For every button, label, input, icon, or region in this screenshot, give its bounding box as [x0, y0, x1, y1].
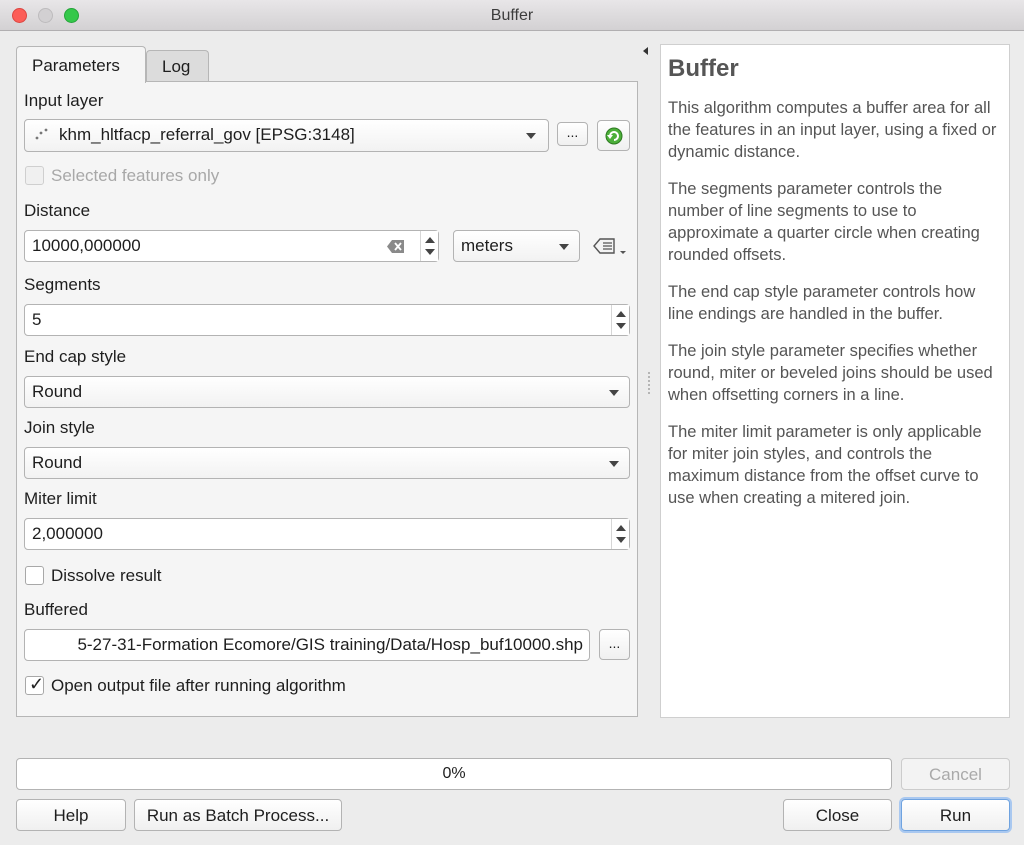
- window-title: Buffer: [490, 7, 534, 24]
- input-layer-value: khm_hltfacp_referral_gov [EPSG:3148]: [59, 125, 355, 144]
- segments-stepper[interactable]: [611, 305, 629, 335]
- miter-limit-value: 2,000000: [32, 524, 103, 543]
- chevron-down-icon: [609, 390, 619, 396]
- selected-features-checkbox[interactable]: [25, 166, 44, 185]
- help-paragraph: The segments parameter controls the numb…: [668, 180, 980, 264]
- buffered-output-value: 5-27-31-Formation Ecomore/GIS training/D…: [77, 635, 583, 654]
- clear-icon[interactable]: [387, 240, 405, 253]
- distance-unit-select[interactable]: meters: [453, 230, 580, 262]
- help-paragraph: The end cap style parameter controls how…: [668, 283, 976, 323]
- distance-stepper[interactable]: [420, 231, 438, 261]
- end-cap-style-select[interactable]: Round: [24, 376, 630, 408]
- join-style-label: Join style: [24, 418, 95, 437]
- run-as-batch-button[interactable]: Run as Batch Process...: [134, 799, 342, 831]
- distance-unit-value: meters: [461, 236, 513, 255]
- input-layer-select[interactable]: khm_hltfacp_referral_gov [EPSG:3148]: [24, 119, 549, 152]
- buffered-output-input[interactable]: 5-27-31-Formation Ecomore/GIS training/D…: [24, 629, 590, 661]
- miter-limit-input[interactable]: 2,000000: [24, 518, 630, 550]
- miter-limit-stepper[interactable]: [611, 519, 629, 549]
- splitter-handle[interactable]: [648, 372, 650, 394]
- dissolve-result-checkbox[interactable]: [25, 566, 44, 585]
- close-button[interactable]: Close: [783, 799, 892, 831]
- progress-label: 0%: [442, 765, 466, 782]
- help-paragraph: This algorithm computes a buffer area fo…: [668, 99, 997, 161]
- run-button[interactable]: Run: [901, 799, 1010, 831]
- open-output-checkbox[interactable]: ✓: [25, 674, 45, 695]
- join-style-select[interactable]: Round: [24, 447, 630, 479]
- end-cap-style-value: Round: [32, 382, 83, 401]
- join-style-value: Round: [32, 453, 83, 472]
- miter-limit-label: Miter limit: [24, 489, 97, 508]
- help-paragraph: The miter limit parameter is only applic…: [668, 423, 982, 507]
- help-title: Buffer: [668, 55, 739, 82]
- progress-bar: 0%: [16, 758, 892, 790]
- segments-input[interactable]: 5: [24, 304, 630, 336]
- data-defined-override-icon[interactable]: [592, 235, 628, 259]
- tab-log[interactable]: Log: [146, 50, 209, 82]
- buffered-browse-button[interactable]: ...: [599, 629, 630, 660]
- selected-features-label: Selected features only: [51, 166, 220, 185]
- checkmark-icon: ✓: [29, 674, 45, 694]
- chevron-down-icon: [559, 244, 569, 250]
- distance-label: Distance: [24, 201, 91, 220]
- refresh-icon: [605, 127, 623, 145]
- distance-value: 10000,000000: [32, 236, 141, 255]
- chevron-down-icon: [526, 133, 536, 139]
- title-bar: Buffer: [0, 0, 1024, 31]
- segments-label: Segments: [24, 275, 101, 294]
- input-layer-label: Input layer: [24, 91, 104, 110]
- segments-value: 5: [32, 310, 42, 329]
- buffered-label: Buffered: [24, 600, 88, 619]
- input-layer-browse-button[interactable]: ...: [557, 122, 588, 146]
- dissolve-result-label: Dissolve result: [51, 566, 162, 585]
- collapse-arrow-icon[interactable]: [643, 47, 648, 55]
- cancel-button[interactable]: Cancel: [901, 758, 1010, 790]
- help-panel: Buffer This algorithm computes a buffer …: [660, 44, 1010, 718]
- open-output-label: Open output file after running algorithm: [51, 676, 346, 695]
- iterate-button[interactable]: [597, 120, 630, 151]
- point-layer-icon: [35, 128, 48, 140]
- end-cap-style-label: End cap style: [24, 347, 127, 366]
- distance-input[interactable]: 10000,000000: [24, 230, 439, 262]
- help-button[interactable]: Help: [16, 799, 126, 831]
- help-paragraph: The join style parameter specifies wheth…: [668, 342, 993, 404]
- chevron-down-icon: [609, 461, 619, 467]
- tab-parameters[interactable]: Parameters: [16, 46, 146, 83]
